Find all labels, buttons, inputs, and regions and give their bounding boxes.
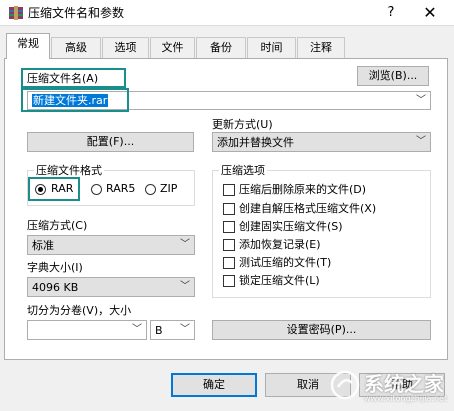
chevron-down-icon: ﹀ — [180, 281, 190, 292]
recovery-record-checkbox[interactable] — [223, 239, 235, 251]
archive-name-label: 压缩文件名(A) — [27, 72, 99, 85]
tab-files[interactable]: 文件 — [150, 37, 195, 58]
rar5-radio[interactable] — [91, 184, 102, 195]
recovery-record-label[interactable]: 添加恢复记录(E) — [239, 238, 321, 252]
delete-after-checkbox[interactable] — [223, 184, 235, 196]
tab-comment[interactable]: 注释 — [297, 37, 345, 58]
update-mode-value: 添加并替换文件 — [217, 136, 294, 149]
watermark-icon — [330, 370, 360, 400]
browse-button[interactable]: 浏览(B)... — [357, 66, 429, 86]
test-files-label[interactable]: 测试压缩的文件(T) — [239, 256, 331, 270]
split-unit-select[interactable]: B ﹀ — [150, 320, 195, 340]
chevron-down-icon: ﹀ — [416, 136, 426, 147]
sfx-checkbox[interactable] — [223, 203, 235, 215]
rar5-label[interactable]: RAR5 — [106, 182, 135, 196]
archive-options-label: 压缩选项 — [219, 164, 267, 178]
help-icon[interactable]: ? — [382, 4, 400, 22]
update-mode-label: 更新方式(U) — [212, 118, 273, 131]
archive-format-label: 压缩文件格式 — [34, 164, 104, 178]
close-icon[interactable]: ✕ — [420, 3, 440, 23]
tab-time[interactable]: 时间 — [247, 37, 296, 58]
chevron-down-icon[interactable]: ﹀ — [416, 93, 426, 109]
chevron-down-icon: ﹀ — [180, 324, 190, 335]
update-mode-select[interactable]: 添加并替换文件 ﹀ — [212, 132, 431, 152]
tab-options[interactable]: 选项 — [102, 37, 149, 58]
test-files-checkbox[interactable] — [223, 257, 235, 269]
tab-backup[interactable]: 备份 — [196, 37, 246, 58]
rar-radio[interactable] — [35, 184, 46, 195]
chevron-down-icon: ﹀ — [180, 239, 190, 250]
watermark-text: 系统之家 — [364, 372, 444, 396]
lock-archive-label[interactable]: 锁定压缩文件(L) — [239, 274, 320, 288]
dictionary-size-label: 字典大小(I) — [27, 261, 83, 274]
compression-method-select[interactable]: 标准 ﹀ — [27, 235, 195, 255]
winrar-app-icon — [9, 6, 23, 20]
split-unit-value: B — [155, 324, 163, 337]
window-title: 压缩文件名和参数 — [28, 6, 125, 20]
delete-after-label[interactable]: 压缩后删除原来的文件(D) — [239, 183, 366, 197]
ok-button[interactable]: 确定 — [171, 373, 257, 397]
watermark-url: www.xitongzhijia.net — [364, 394, 448, 403]
dictionary-size-value: 4096 KB — [32, 281, 79, 294]
archive-name-input-highlight — [21, 88, 129, 112]
chevron-down-icon[interactable]: ﹀ — [132, 322, 142, 338]
tab-advanced[interactable]: 高级 — [51, 37, 101, 58]
zip-label[interactable]: ZIP — [160, 182, 177, 196]
sfx-label[interactable]: 创建自解压格式压缩文件(X) — [239, 202, 376, 216]
watermark-logo: 系统之家 www.xitongzhijia.net — [330, 364, 450, 408]
compression-method-value: 标准 — [32, 239, 54, 252]
profiles-button[interactable]: 配置(F)... — [27, 132, 194, 152]
tab-general[interactable]: 常规 — [6, 33, 50, 59]
compression-method-label: 压缩方式(C) — [27, 219, 88, 232]
zip-radio[interactable] — [145, 184, 156, 195]
dictionary-size-select[interactable]: 4096 KB ﹀ — [27, 277, 195, 297]
set-password-button[interactable]: 设置密码(P)... — [212, 320, 431, 340]
split-volumes-combo[interactable]: ﹀ — [27, 320, 147, 340]
split-volumes-label: 切分为分卷(V)，大小 — [27, 304, 132, 317]
solid-label[interactable]: 创建固实压缩文件(S) — [239, 220, 343, 234]
solid-checkbox[interactable] — [223, 221, 235, 233]
rar-label[interactable]: RAR — [51, 182, 73, 196]
lock-archive-checkbox[interactable] — [223, 275, 235, 287]
